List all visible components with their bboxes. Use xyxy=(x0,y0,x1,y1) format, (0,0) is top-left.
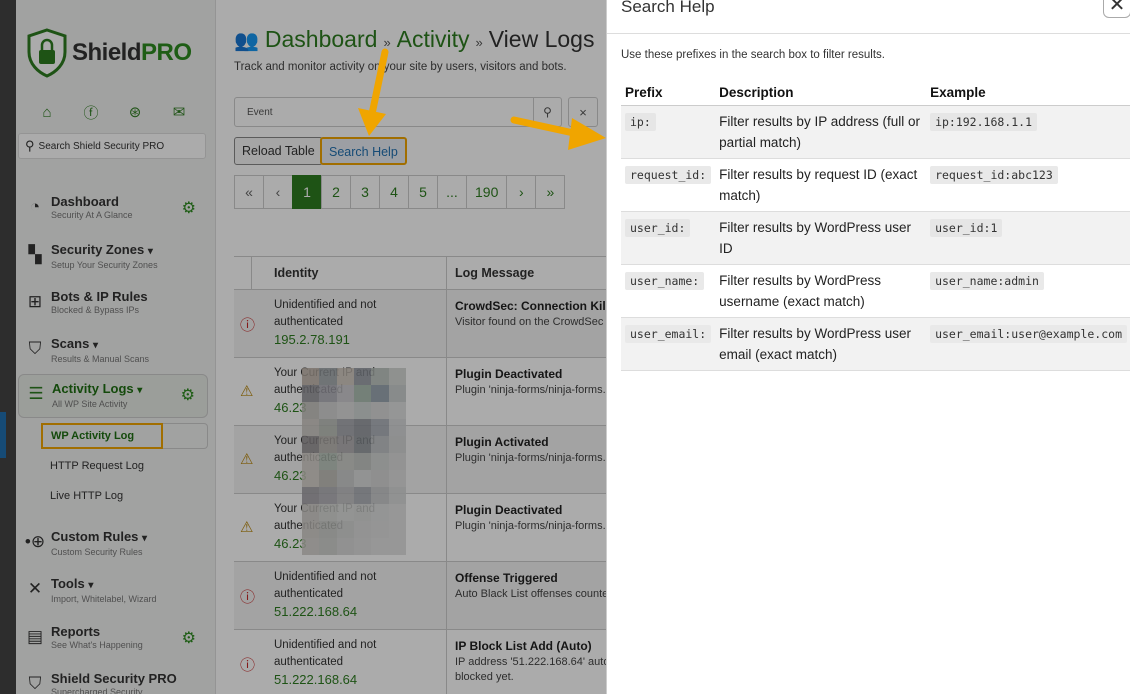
panel-intro: Use these prefixes in the search box to … xyxy=(621,49,885,61)
close-icon[interactable]: ✕ xyxy=(1103,0,1130,18)
panel-title: Search Help xyxy=(621,0,715,16)
annotation-arrow-down xyxy=(358,48,389,136)
table-row: user_id: Filter results by WordPress use… xyxy=(621,211,1130,265)
header-example: Example xyxy=(926,80,1130,106)
table-row: ip: Filter results by IP address (full o… xyxy=(621,105,1130,159)
prefix-code: request_id: xyxy=(625,166,712,184)
prefix-example: request_id:abc123 xyxy=(930,166,1058,184)
search-help-panel: Search Help ✕ Use these prefixes in the … xyxy=(606,0,1130,694)
modal-backdrop[interactable] xyxy=(0,0,606,694)
prefix-description: Filter results by IP address (full or pa… xyxy=(715,105,927,159)
prefix-code: ip: xyxy=(625,113,656,131)
table-row: user_email: Filter results by WordPress … xyxy=(621,317,1130,371)
prefix-code: user_name: xyxy=(625,272,705,290)
header-description: Description xyxy=(715,80,927,106)
annotation-arrow-right xyxy=(510,116,606,150)
table-row: request_id: Filter results by request ID… xyxy=(621,158,1130,212)
header-prefix: Prefix xyxy=(621,80,716,106)
prefix-description: Filter results by WordPress username (ex… xyxy=(715,264,927,318)
prefix-description: Filter results by request ID (exact matc… xyxy=(715,158,927,212)
prefix-example: user_name:admin xyxy=(930,272,1044,290)
prefix-table: Prefix Description Example ip: Filter re… xyxy=(621,80,1130,371)
prefix-example: ip:192.168.1.1 xyxy=(930,113,1037,131)
table-row: user_name: Filter results by WordPress u… xyxy=(621,264,1130,318)
page: ShieldPRO ⌂ ⓕ ⊛ ✉ ⚲ Search Shield Securi… xyxy=(0,0,1130,694)
prefix-code: user_id: xyxy=(625,219,691,237)
prefix-example: user_id:1 xyxy=(930,219,1003,237)
panel-header: Search Help ✕ xyxy=(607,0,1130,34)
prefix-example: user_email:user@example.com xyxy=(930,325,1127,343)
prefix-description: Filter results by WordPress user ID xyxy=(715,211,927,265)
prefix-description: Filter results by WordPress user email (… xyxy=(715,317,927,371)
prefix-code: user_email: xyxy=(625,325,712,343)
